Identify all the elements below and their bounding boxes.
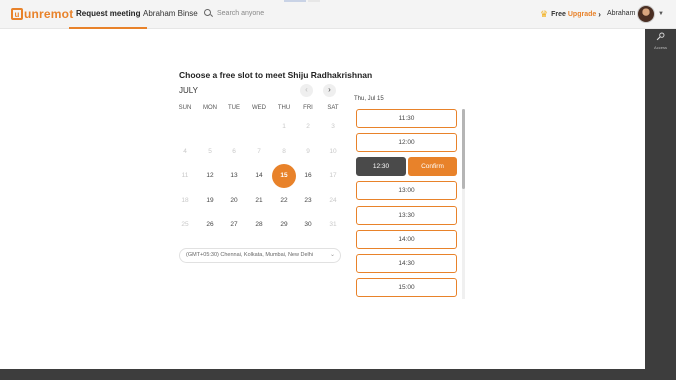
search-input[interactable]: Search anyone [217, 10, 264, 17]
calendar-day: 8 [282, 148, 286, 155]
calendar-day[interactable]: 13 [222, 164, 246, 188]
chevron-right-icon: › [598, 10, 601, 19]
calendar-day: 11 [181, 172, 189, 179]
calendar-day[interactable]: 21 [247, 189, 271, 213]
upgrade-free-text: Free [551, 11, 566, 18]
calendar-day: 3 [331, 123, 335, 130]
time-slot[interactable]: 11:30 [356, 109, 457, 128]
calendar-month: JULY [179, 86, 198, 95]
calendar-day[interactable]: 20 [222, 189, 246, 213]
avatar[interactable] [637, 5, 655, 23]
header-accent-line [284, 0, 306, 2]
crown-icon: ♛ [540, 9, 549, 19]
logo[interactable]: u unremot [11, 7, 73, 21]
calendar-day[interactable]: 12 [198, 164, 222, 188]
slot-scrollbar-thumb[interactable] [462, 109, 465, 189]
tab-abraham-binse[interactable]: Abraham Binse [143, 0, 198, 29]
accessibility-sidebar [645, 29, 676, 369]
header-accent-line-secondary [308, 0, 320, 2]
wrench-icon[interactable] [656, 32, 665, 41]
weekday-wed: WED [252, 105, 266, 111]
chevron-down-icon[interactable]: ▼ [658, 11, 664, 17]
calendar-day[interactable]: 30 [296, 213, 320, 237]
calendar-day: 10 [329, 148, 337, 155]
calendar-day[interactable]: 26 [198, 213, 222, 237]
slot-date: Thu, Jul 15 [354, 96, 384, 102]
calendar-day[interactable]: 14 [247, 164, 271, 188]
calendar-day[interactable]: 16 [296, 164, 320, 188]
calendar-day[interactable]: 29 [272, 213, 296, 237]
upgrade-text[interactable]: Upgrade [568, 11, 596, 18]
access-label: Access [654, 45, 667, 50]
search-icon [204, 9, 213, 18]
calendar-day: 9 [306, 148, 310, 155]
confirm-button[interactable]: Confirm [408, 157, 457, 176]
timezone-value: (GMT+05:30) Chennai, Kolkata, Mumbai, Ne… [186, 252, 314, 258]
calendar-day: 6 [232, 148, 236, 155]
time-slot[interactable]: 12:00 [356, 133, 457, 152]
calendar-day[interactable]: 19 [198, 189, 222, 213]
time-slot[interactable]: 13:00 [356, 181, 457, 200]
calendar-day: 18 [181, 197, 189, 204]
weekday-fri: FRI [303, 105, 313, 111]
prev-month-button[interactable]: ‹ [300, 84, 313, 97]
search-box[interactable]: Search anyone [204, 9, 264, 18]
weekday-tue: TUE [228, 105, 240, 111]
time-slot[interactable]: 14:30 [356, 254, 457, 273]
weekday-thu: THU [277, 105, 291, 111]
calendar-day: 1 [282, 123, 286, 130]
time-slot[interactable]: 12:30 [356, 157, 406, 176]
timezone-select[interactable]: (GMT+05:30) Chennai, Kolkata, Mumbai, Ne… [179, 248, 341, 263]
calendar-day: 5 [208, 148, 212, 155]
next-month-button[interactable]: › [323, 84, 336, 97]
weekday-sat: SAT [327, 105, 339, 111]
time-slot[interactable]: 15:00 [356, 278, 457, 297]
logo-text: unremot [24, 7, 74, 21]
bottom-bar [0, 369, 676, 380]
weekday-mon: MON [203, 105, 217, 111]
calendar-day: 25 [181, 221, 189, 228]
calendar-day[interactable]: 15 [272, 164, 296, 188]
logo-mark: u [11, 8, 23, 20]
upgrade-link[interactable]: ♛ Free Upgrade › [540, 9, 601, 20]
tab-request-meeting[interactable]: Request meeting [68, 0, 148, 29]
page-title: Choose a free slot to meet Shiju Radhakr… [179, 70, 373, 80]
calendar-day: 2 [306, 123, 310, 130]
calendar-day[interactable]: 22 [272, 189, 296, 213]
calendar-day: 24 [329, 197, 337, 204]
calendar-day: 31 [329, 221, 337, 228]
calendar-day[interactable]: 27 [222, 213, 246, 237]
calendar-day: 4 [183, 148, 187, 155]
weekday-sun: SUN [178, 105, 192, 111]
calendar-day: 7 [257, 148, 261, 155]
user-name[interactable]: Abraham [607, 10, 635, 17]
time-slot[interactable]: 14:00 [356, 230, 457, 249]
calendar-day[interactable]: 28 [247, 213, 271, 237]
time-slot[interactable]: 13:30 [356, 206, 457, 225]
calendar-day: 17 [329, 172, 337, 179]
calendar-day[interactable]: 23 [296, 189, 320, 213]
chevron-down-icon: ⌄ [329, 252, 335, 258]
